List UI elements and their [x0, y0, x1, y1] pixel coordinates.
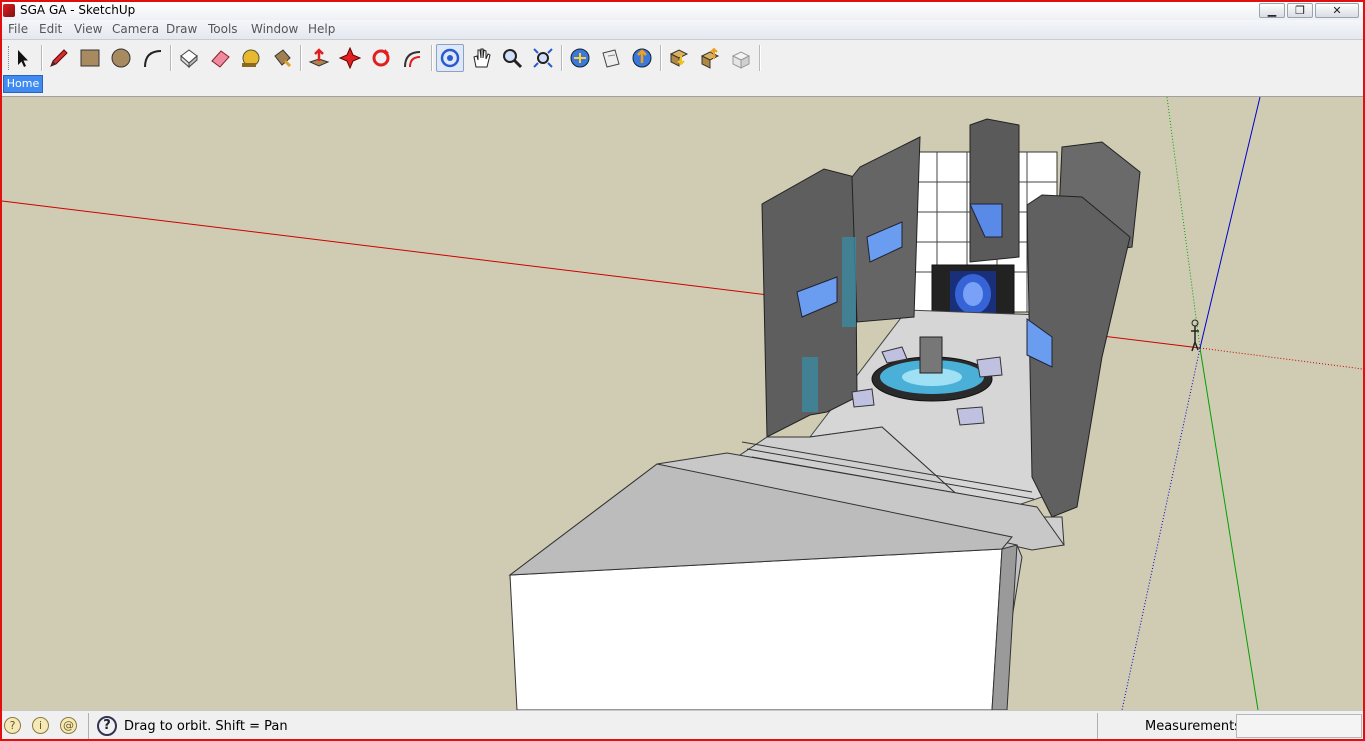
offset-icon[interactable] — [398, 44, 426, 72]
blue-axis — [1199, 97, 1261, 349]
menu-edit[interactable]: Edit — [39, 22, 62, 36]
sketchup-app-icon[interactable] — [3, 4, 15, 17]
share-component-icon[interactable] — [696, 44, 724, 72]
menu-draw[interactable]: Draw — [166, 22, 197, 36]
minimize-button[interactable]: ▁ — [1259, 3, 1285, 18]
get-photo-texture-icon[interactable] — [665, 44, 693, 72]
drawing-viewport[interactable] — [2, 97, 1363, 710]
credits-icon[interactable]: i — [32, 717, 49, 734]
orbit-icon[interactable] — [436, 44, 464, 72]
scene-tabs: Home — [0, 75, 1365, 97]
green-axis — [1199, 347, 1259, 710]
menu-window[interactable]: Window — [251, 22, 298, 36]
right-pillars — [1026, 141, 1141, 518]
menu-file[interactable]: File — [8, 22, 28, 36]
menu-view[interactable]: View — [74, 22, 102, 36]
create-component-icon[interactable] — [727, 44, 755, 72]
restore-button[interactable]: ❐ — [1287, 3, 1313, 18]
arc-icon[interactable] — [138, 44, 166, 72]
measurements-input[interactable] — [1236, 714, 1362, 738]
tab-home[interactable]: Home — [3, 75, 43, 93]
preview-in-google-earth-icon[interactable] — [628, 44, 656, 72]
share-model-icon[interactable] — [597, 44, 625, 72]
menu-bar: File Edit View Camera Draw Tools Window … — [0, 20, 1365, 40]
menu-camera[interactable]: Camera — [112, 22, 159, 36]
get-models-icon[interactable] — [566, 44, 594, 72]
status-bar: ? i @ ? Drag to orbit. Shift = Pan Measu… — [0, 710, 1365, 741]
move-icon[interactable] — [336, 44, 364, 72]
center-pillar — [969, 118, 1020, 263]
scale-figure — [1191, 319, 1199, 352]
tape-measure-icon[interactable] — [237, 44, 265, 72]
status-message: Drag to orbit. Shift = Pan — [124, 719, 288, 734]
zoom-icon[interactable] — [498, 44, 526, 72]
circle-icon[interactable] — [107, 44, 135, 72]
make-component-icon[interactable] — [175, 44, 203, 72]
pencil-icon[interactable] — [45, 44, 73, 72]
eraser-icon[interactable] — [206, 44, 234, 72]
measurements-label: Measurements — [1145, 719, 1242, 734]
user-icon[interactable]: @ — [60, 717, 77, 734]
paint-bucket-icon[interactable] — [268, 44, 296, 72]
geolocation-icon[interactable]: ? — [4, 717, 21, 734]
title-bar: SGA GA - SketchUp ▁ ❐ ✕ — [0, 0, 1365, 20]
push-pull-icon[interactable] — [305, 44, 333, 72]
menu-tools[interactable]: Tools — [208, 22, 238, 36]
help-icon[interactable]: ? — [97, 716, 117, 736]
zoom-extents-icon[interactable] — [529, 44, 557, 72]
rectangle-icon[interactable] — [76, 44, 104, 72]
rotate-icon[interactable] — [367, 44, 395, 72]
menu-help[interactable]: Help — [308, 22, 335, 36]
window-title: SGA GA - SketchUp — [20, 3, 136, 17]
model-scene — [2, 97, 1363, 710]
pan-icon[interactable] — [467, 44, 495, 72]
select-icon[interactable] — [8, 44, 36, 72]
main-toolbar — [0, 40, 1365, 75]
close-button[interactable]: ✕ — [1315, 3, 1359, 18]
